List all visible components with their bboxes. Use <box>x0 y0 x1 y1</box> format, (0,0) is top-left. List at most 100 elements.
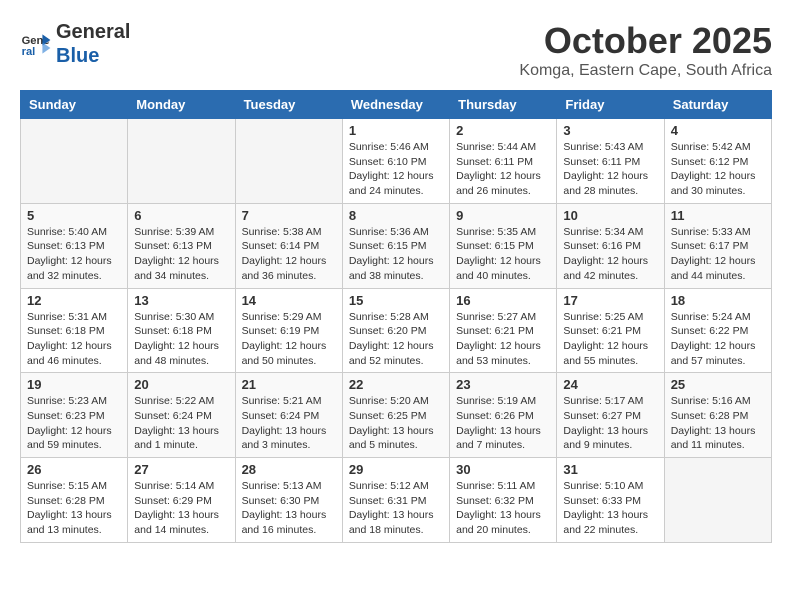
day-info: Sunrise: 5:38 AM Sunset: 6:14 PM Dayligh… <box>242 225 336 284</box>
day-info: Sunrise: 5:19 AM Sunset: 6:26 PM Dayligh… <box>456 394 550 453</box>
weekday-header-tuesday: Tuesday <box>235 91 342 119</box>
weekday-header-saturday: Saturday <box>664 91 771 119</box>
day-info: Sunrise: 5:40 AM Sunset: 6:13 PM Dayligh… <box>27 225 121 284</box>
calendar-cell: 9 Sunrise: 5:35 AM Sunset: 6:15 PM Daylig… <box>450 203 557 288</box>
day-number: 20 <box>134 377 228 392</box>
calendar-week-row: 19 Sunrise: 5:23 AM Sunset: 6:23 PM Dayli… <box>21 373 772 458</box>
day-number: 6 <box>134 208 228 223</box>
day-info: Sunrise: 5:25 AM Sunset: 6:21 PM Dayligh… <box>563 310 657 369</box>
day-number: 18 <box>671 293 765 308</box>
calendar-cell: 24Sunrise: 5:17 AM Sunset: 6:27 PM Dayli… <box>557 373 664 458</box>
day-info: Sunrise: 5:43 AM Sunset: 6:11 PM Dayligh… <box>563 140 657 199</box>
day-info: Sunrise: 5:23 AM Sunset: 6:23 PM Dayligh… <box>27 394 121 453</box>
day-number: 19 <box>27 377 121 392</box>
weekday-header-monday: Monday <box>128 91 235 119</box>
page-header: Gene ral General Blue October 2025 Komga… <box>20 20 772 80</box>
calendar-cell: 13Sunrise: 5:30 AM Sunset: 6:18 PM Dayli… <box>128 288 235 373</box>
day-info: Sunrise: 5:20 AM Sunset: 6:25 PM Dayligh… <box>349 394 443 453</box>
weekday-header-thursday: Thursday <box>450 91 557 119</box>
day-number: 3 <box>563 123 657 138</box>
svg-text:ral: ral <box>22 46 36 58</box>
calendar-cell: 6 Sunrise: 5:39 AM Sunset: 6:13 PM Daylig… <box>128 203 235 288</box>
title-section: October 2025 Komga, Eastern Cape, South … <box>519 20 772 80</box>
day-number: 16 <box>456 293 550 308</box>
day-number: 4 <box>671 123 765 138</box>
calendar-cell: 29 Sunrise: 5:12 AM Sunset: 6:31 PM Dayli… <box>342 458 449 543</box>
calendar-cell: 20Sunrise: 5:22 AM Sunset: 6:24 PM Dayli… <box>128 373 235 458</box>
calendar-cell <box>664 458 771 543</box>
logo-icon: Gene ral <box>20 28 52 60</box>
day-number: 29 <box>349 462 443 477</box>
calendar-cell: 15Sunrise: 5:28 AM Sunset: 6:20 PM Dayli… <box>342 288 449 373</box>
day-number: 28 <box>242 462 336 477</box>
calendar-cell: 23 Sunrise: 5:19 AM Sunset: 6:26 PM Dayli… <box>450 373 557 458</box>
day-info: Sunrise: 5:16 AM Sunset: 6:28 PM Dayligh… <box>671 394 765 453</box>
day-number: 2 <box>456 123 550 138</box>
calendar-cell: 18 Sunrise: 5:24 AM Sunset: 6:22 PM Dayli… <box>664 288 771 373</box>
day-info: Sunrise: 5:46 AM Sunset: 6:10 PM Dayligh… <box>349 140 443 199</box>
day-info: Sunrise: 5:35 AM Sunset: 6:15 PM Dayligh… <box>456 225 550 284</box>
day-number: 22 <box>349 377 443 392</box>
day-info: Sunrise: 5:28 AM Sunset: 6:20 PM Dayligh… <box>349 310 443 369</box>
calendar-cell: 2 Sunrise: 5:44 AM Sunset: 6:11 PM Daylig… <box>450 119 557 204</box>
day-info: Sunrise: 5:30 AM Sunset: 6:18 PM Dayligh… <box>134 310 228 369</box>
calendar-cell: 25 Sunrise: 5:16 AM Sunset: 6:28 PM Dayli… <box>664 373 771 458</box>
calendar-cell: 1 Sunrise: 5:46 AM Sunset: 6:10 PM Daylig… <box>342 119 449 204</box>
logo-text-blue: Blue <box>56 44 130 68</box>
calendar-cell: 14 Sunrise: 5:29 AM Sunset: 6:19 PM Dayli… <box>235 288 342 373</box>
day-info: Sunrise: 5:27 AM Sunset: 6:21 PM Dayligh… <box>456 310 550 369</box>
day-info: Sunrise: 5:31 AM Sunset: 6:18 PM Dayligh… <box>27 310 121 369</box>
day-info: Sunrise: 5:17 AM Sunset: 6:27 PM Dayligh… <box>563 394 657 453</box>
calendar-cell <box>235 119 342 204</box>
calendar-week-row: 1 Sunrise: 5:46 AM Sunset: 6:10 PM Daylig… <box>21 119 772 204</box>
day-info: Sunrise: 5:10 AM Sunset: 6:33 PM Dayligh… <box>563 479 657 538</box>
day-info: Sunrise: 5:42 AM Sunset: 6:12 PM Dayligh… <box>671 140 765 199</box>
day-number: 9 <box>456 208 550 223</box>
day-info: Sunrise: 5:15 AM Sunset: 6:28 PM Dayligh… <box>27 479 121 538</box>
calendar-cell: 7 Sunrise: 5:38 AM Sunset: 6:14 PM Daylig… <box>235 203 342 288</box>
calendar-cell: 10Sunrise: 5:34 AM Sunset: 6:16 PM Dayli… <box>557 203 664 288</box>
day-info: Sunrise: 5:29 AM Sunset: 6:19 PM Dayligh… <box>242 310 336 369</box>
calendar-cell: 30Sunrise: 5:11 AM Sunset: 6:32 PM Dayli… <box>450 458 557 543</box>
calendar-cell: 26 Sunrise: 5:15 AM Sunset: 6:28 PM Dayli… <box>21 458 128 543</box>
calendar-cell: 21Sunrise: 5:21 AM Sunset: 6:24 PM Dayli… <box>235 373 342 458</box>
day-number: 7 <box>242 208 336 223</box>
weekday-header-wednesday: Wednesday <box>342 91 449 119</box>
calendar-cell: 17Sunrise: 5:25 AM Sunset: 6:21 PM Dayli… <box>557 288 664 373</box>
day-info: Sunrise: 5:34 AM Sunset: 6:16 PM Dayligh… <box>563 225 657 284</box>
weekday-header-friday: Friday <box>557 91 664 119</box>
day-number: 27 <box>134 462 228 477</box>
calendar-cell <box>128 119 235 204</box>
calendar-cell: 27Sunrise: 5:14 AM Sunset: 6:29 PM Dayli… <box>128 458 235 543</box>
calendar-cell: 19 Sunrise: 5:23 AM Sunset: 6:23 PM Dayli… <box>21 373 128 458</box>
day-number: 12 <box>27 293 121 308</box>
weekday-header-sunday: Sunday <box>21 91 128 119</box>
day-number: 8 <box>349 208 443 223</box>
calendar-week-row: 12 Sunrise: 5:31 AM Sunset: 6:18 PM Dayli… <box>21 288 772 373</box>
day-number: 5 <box>27 208 121 223</box>
day-info: Sunrise: 5:11 AM Sunset: 6:32 PM Dayligh… <box>456 479 550 538</box>
day-number: 31 <box>563 462 657 477</box>
logo-text-general: General <box>56 20 130 44</box>
calendar-table: SundayMondayTuesdayWednesdayThursdayFrid… <box>20 90 772 543</box>
day-info: Sunrise: 5:44 AM Sunset: 6:11 PM Dayligh… <box>456 140 550 199</box>
day-number: 26 <box>27 462 121 477</box>
day-number: 1 <box>349 123 443 138</box>
calendar-cell: 12 Sunrise: 5:31 AM Sunset: 6:18 PM Dayli… <box>21 288 128 373</box>
calendar-cell: 31 Sunrise: 5:10 AM Sunset: 6:33 PM Dayli… <box>557 458 664 543</box>
calendar-cell: 28Sunrise: 5:13 AM Sunset: 6:30 PM Dayli… <box>235 458 342 543</box>
day-number: 14 <box>242 293 336 308</box>
day-number: 21 <box>242 377 336 392</box>
calendar-cell: 16 Sunrise: 5:27 AM Sunset: 6:21 PM Dayli… <box>450 288 557 373</box>
calendar-cell <box>21 119 128 204</box>
day-info: Sunrise: 5:39 AM Sunset: 6:13 PM Dayligh… <box>134 225 228 284</box>
day-info: Sunrise: 5:36 AM Sunset: 6:15 PM Dayligh… <box>349 225 443 284</box>
day-info: Sunrise: 5:33 AM Sunset: 6:17 PM Dayligh… <box>671 225 765 284</box>
day-number: 23 <box>456 377 550 392</box>
calendar-cell: 3 Sunrise: 5:43 AM Sunset: 6:11 PM Daylig… <box>557 119 664 204</box>
calendar-cell: 22 Sunrise: 5:20 AM Sunset: 6:25 PM Dayli… <box>342 373 449 458</box>
day-info: Sunrise: 5:24 AM Sunset: 6:22 PM Dayligh… <box>671 310 765 369</box>
day-info: Sunrise: 5:12 AM Sunset: 6:31 PM Dayligh… <box>349 479 443 538</box>
day-number: 25 <box>671 377 765 392</box>
logo: Gene ral General Blue <box>20 20 130 68</box>
